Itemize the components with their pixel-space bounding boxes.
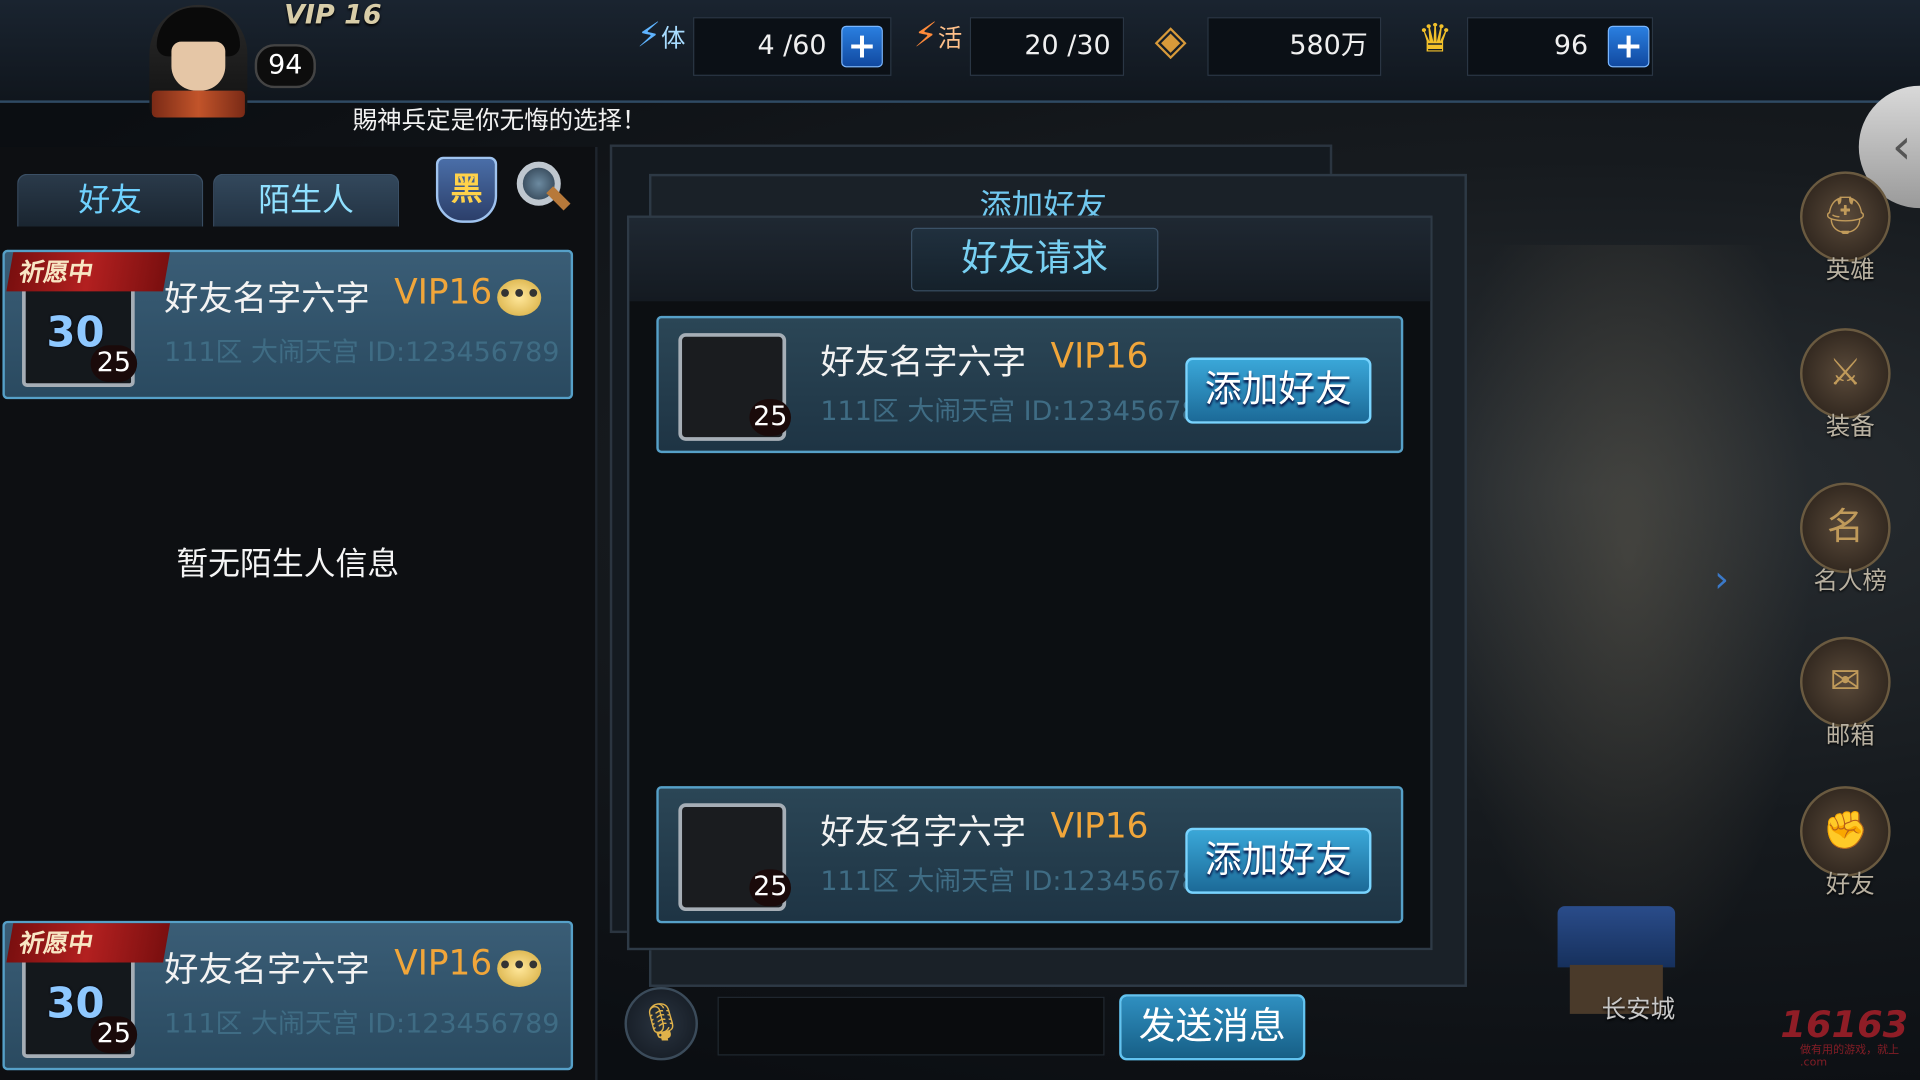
vitality-glyph: 活 bbox=[937, 23, 963, 53]
friend-request-card: 25 好友名字六字 VIP16 111区 大闹天宫 ID:12345678 添加… bbox=[656, 786, 1404, 924]
stamina-plus-button[interactable]: + bbox=[841, 25, 883, 68]
marquee-text: 賜神兵定是你无悔的选择！ bbox=[352, 105, 647, 135]
friend-vip: VIP16 bbox=[394, 271, 493, 313]
search-icon[interactable] bbox=[514, 159, 573, 218]
request-info: 111区 大闹天宫 ID:12345678 bbox=[820, 396, 1188, 428]
hero-helmet-icon: ⛑ bbox=[1800, 171, 1891, 263]
side-nav-label: 英雄 bbox=[1825, 254, 1875, 285]
stamina-resource: 4 /60 + bbox=[693, 17, 892, 76]
blacklist-button[interactable]: 黑 bbox=[435, 156, 498, 223]
avatar-face bbox=[171, 41, 226, 91]
friend-card[interactable]: 祈愿中 30 25 好友名字六字 VIP16 ••• 111区 大闹天宫 ID:… bbox=[2, 920, 574, 1071]
request-name: 好友名字六字 bbox=[820, 811, 1027, 853]
microphone-icon[interactable]: 🎙 bbox=[624, 986, 698, 1061]
request-name: 好友名字六字 bbox=[820, 341, 1027, 383]
gold-ingot-icon: ♛ bbox=[1417, 14, 1453, 62]
side-nav-label: 名人榜 bbox=[1813, 565, 1887, 596]
friend-name: 好友名字六字 bbox=[164, 277, 370, 319]
side-nav-ranking[interactable]: 名 名人榜 bbox=[1783, 482, 1905, 604]
stamina-value: 4 /60 bbox=[757, 30, 827, 62]
watermark-subtext: 做有用的游戏，就上 .com bbox=[1800, 1044, 1900, 1069]
player-avatar[interactable] bbox=[122, 0, 257, 122]
lightning-stamina-icon: ⚡体 bbox=[636, 14, 686, 56]
send-message-button[interactable]: 发送消息 bbox=[1119, 994, 1306, 1061]
side-nav-label: 好友 bbox=[1825, 869, 1875, 899]
dialog-header: 好友请求 bbox=[629, 217, 1431, 302]
coins-value: 580万 bbox=[1289, 30, 1368, 62]
request-level-badge: 25 bbox=[749, 869, 792, 907]
gold-resource: 96 + bbox=[1466, 17, 1654, 76]
add-friend-button[interactable]: 添加好友 bbox=[1185, 357, 1372, 424]
changan-city-button[interactable]: 长安城 bbox=[1545, 906, 1692, 1028]
player-level-badge: 94 bbox=[254, 44, 316, 89]
city-roof bbox=[1557, 906, 1676, 968]
city-label: 长安城 bbox=[1601, 994, 1676, 1024]
friend-info: 111区 大闹天宫 ID:123456789 bbox=[164, 337, 560, 369]
add-friend-button[interactable]: 添加好友 bbox=[1185, 827, 1372, 894]
friends-icon: ✊ bbox=[1800, 786, 1891, 877]
side-nav-mailbox[interactable]: ✉ 邮箱 bbox=[1783, 636, 1905, 759]
friend-card[interactable]: 祈愿中 30 25 好友名字六字 VIP16 ••• 111区 大闹天宫 ID:… bbox=[2, 249, 574, 400]
stamina-glyph: 体 bbox=[661, 23, 686, 53]
request-vip: VIP16 bbox=[1050, 335, 1149, 376]
lightning-vitality-icon: ⚡活 bbox=[913, 14, 963, 56]
side-nav-friends[interactable]: ✊ 好友 bbox=[1783, 786, 1905, 908]
chevron-right-icon[interactable]: › bbox=[1714, 558, 1729, 601]
equipment-icon: ⚔ bbox=[1800, 328, 1891, 419]
wishing-banner: 祈愿中 bbox=[6, 252, 170, 292]
gold-value: 96 bbox=[1553, 30, 1589, 62]
friend-vip: VIP16 bbox=[394, 942, 493, 984]
background-statue bbox=[1444, 244, 1813, 1005]
request-level-badge: 25 bbox=[749, 399, 792, 436]
ranking-scroll-icon: 名 bbox=[1800, 482, 1891, 574]
friend-level-badge: 25 bbox=[90, 1016, 138, 1054]
friend-request-dialog: 好友请求 25 好友名字六字 VIP16 111区 大闹天宫 ID:123456… bbox=[626, 215, 1433, 951]
vip-title: VIP 16 bbox=[284, 0, 382, 31]
coins-resource: 580万 bbox=[1207, 17, 1382, 76]
vitality-resource: 20 /30 bbox=[969, 17, 1125, 76]
wishing-banner: 祈愿中 bbox=[6, 923, 170, 963]
request-vip: VIP16 bbox=[1050, 805, 1149, 847]
vitality-value: 20 /30 bbox=[1024, 30, 1111, 62]
avatar-collar bbox=[151, 90, 245, 118]
side-nav-hero[interactable]: ⛑ 英雄 bbox=[1783, 171, 1905, 293]
side-nav-equipment[interactable]: ⚔ 装备 bbox=[1783, 328, 1905, 450]
side-nav-label: 装备 bbox=[1825, 411, 1875, 441]
chat-bubble-icon[interactable]: ••• bbox=[497, 279, 542, 316]
friend-name: 好友名字六字 bbox=[164, 948, 370, 990]
gold-plus-button[interactable]: + bbox=[1607, 25, 1650, 68]
friend-request-card: 25 好友名字六字 VIP16 111区 大闹天宫 ID:12345678 添加… bbox=[656, 315, 1404, 454]
side-nav-label: 邮箱 bbox=[1825, 720, 1875, 750]
friend-info: 111区 大闹天宫 ID:123456789 bbox=[164, 1008, 560, 1040]
tab-strangers[interactable]: 陌生人 bbox=[213, 173, 400, 227]
game-screen: VIP 16 94 賜神兵定是你无悔的选择！ ⚡体 4 /60 + ⚡活 20 … bbox=[0, 0, 1920, 1080]
friend-level-badge: 25 bbox=[90, 345, 138, 383]
chat-input[interactable] bbox=[717, 996, 1105, 1056]
chat-bubble-icon[interactable]: ••• bbox=[497, 950, 542, 987]
tab-friends[interactable]: 好友 bbox=[17, 173, 204, 227]
dialog-title: 好友请求 bbox=[911, 227, 1159, 292]
copper-coin-icon: ◈ bbox=[1154, 15, 1187, 65]
request-info: 111区 大闹天宫 ID:12345678 bbox=[820, 866, 1188, 898]
empty-strangers-message: 暂无陌生人信息 bbox=[176, 546, 400, 583]
mailbox-icon: ✉ bbox=[1800, 636, 1891, 728]
